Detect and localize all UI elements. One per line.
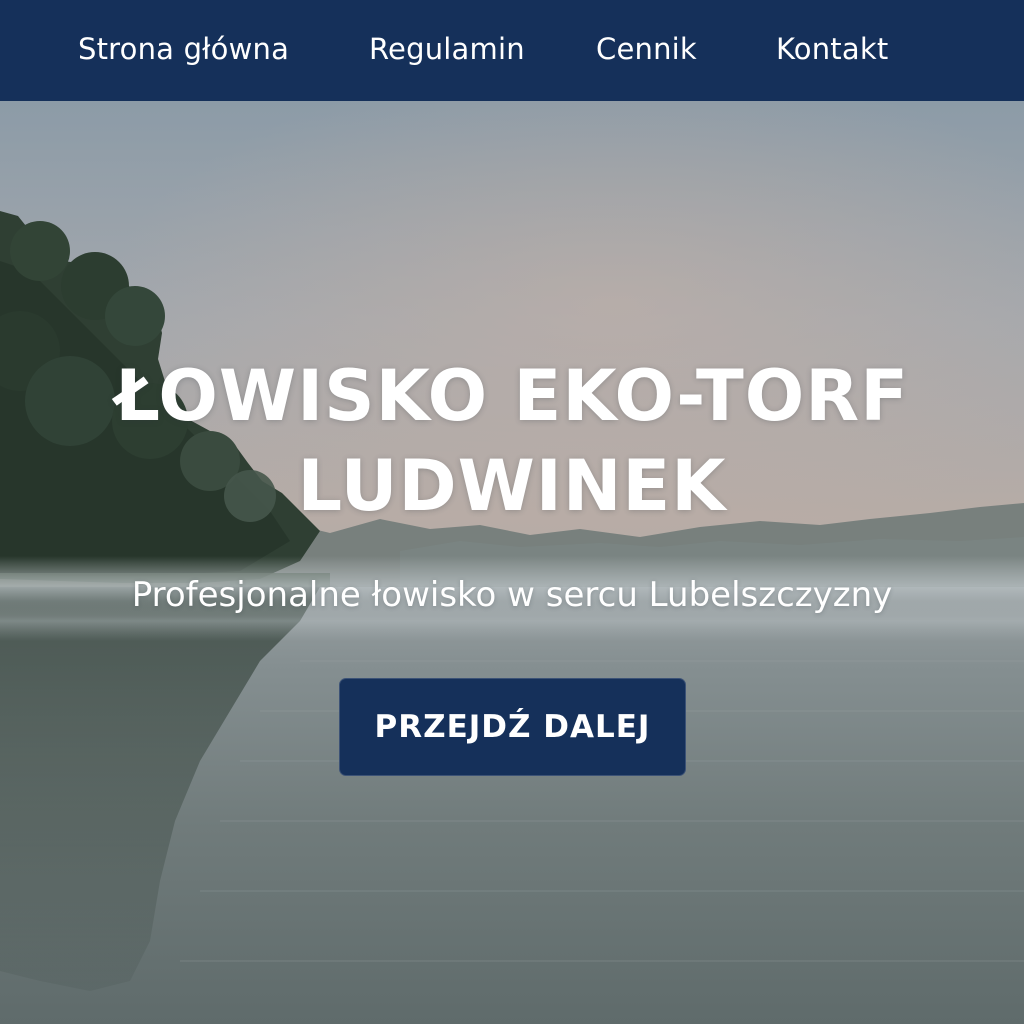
lake-background-image [0, 101, 1024, 1024]
hero-title: ŁOWISKO EKO-TORF LUDWINEK [0, 351, 1024, 531]
continue-button[interactable]: PRZEJDŹ DALEJ [339, 678, 686, 776]
hero-title-line-2: LUDWINEK [297, 445, 727, 527]
hero-subtitle: Profesjonalne łowisko w sercu Lubelszczy… [131, 575, 893, 615]
page: Strona główna Regulamin Cennik Kontakt Ł… [0, 0, 1024, 1024]
nav-link-home[interactable]: Strona główna [78, 31, 289, 67]
top-navigation: Strona główna Regulamin Cennik Kontakt [0, 0, 1024, 101]
hero-section: ŁOWISKO EKO-TORF LUDWINEK Profesjonalne ł… [0, 101, 1024, 1024]
hero-title-line-1: ŁOWISKO EKO-TORF [114, 355, 910, 437]
continue-button-label: PRZEJDŹ DALEJ [374, 709, 651, 745]
nav-link-prices[interactable]: Cennik [596, 31, 697, 67]
nav-link-rules[interactable]: Regulamin [369, 31, 525, 67]
nav-link-contact[interactable]: Kontakt [776, 31, 888, 67]
